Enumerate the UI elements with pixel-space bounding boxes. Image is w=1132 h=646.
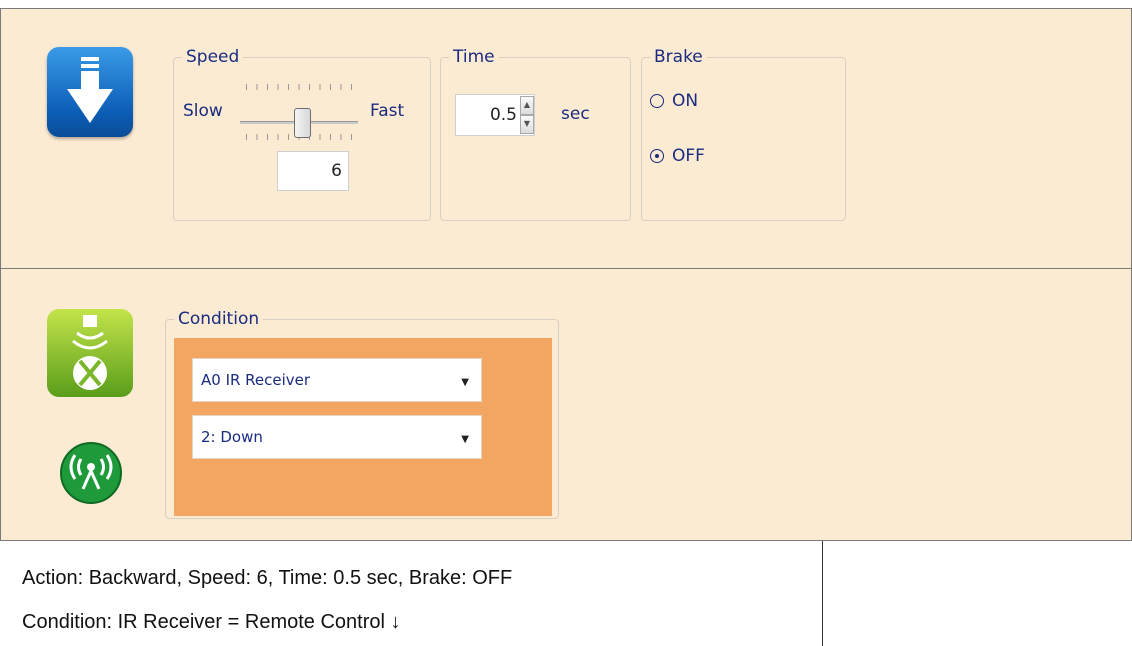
brake-on-label: ON	[672, 91, 699, 111]
speed-group: Speed Slow Fast 6	[173, 47, 431, 221]
speed-value-input[interactable]: 6	[277, 151, 349, 191]
spin-up-icon[interactable]: ▲	[520, 96, 534, 115]
speed-slider-thumb[interactable]	[294, 108, 311, 138]
chevron-down-icon[interactable]: ▼	[461, 434, 469, 445]
condition-group: Condition A0 IR Receiver ▼ 2: Down ▼	[165, 309, 559, 519]
backward-arrow-icon[interactable]	[47, 47, 133, 137]
brake-legend: Brake	[650, 47, 707, 67]
time-group: Time 0.5 ▲ ▼ sec	[440, 47, 631, 221]
brake-group: Brake ON OFF	[641, 47, 846, 221]
ir-receiver-icon[interactable]	[47, 309, 133, 397]
condition-legend: Condition	[174, 309, 264, 329]
condition-settings-panel: Condition A0 IR Receiver ▼ 2: Down ▼	[0, 268, 1132, 541]
brake-off-label: OFF	[672, 146, 705, 166]
action-settings-panel: Speed Slow Fast 6 Time 0.5 ▲ ▼ sec Brake…	[0, 8, 1132, 269]
description-line-action: Action: Backward, Speed: 6, Time: 0.5 se…	[22, 567, 513, 589]
port-select[interactable]: A0 IR Receiver ▼	[192, 358, 482, 402]
radio-checked-icon[interactable]	[650, 149, 664, 163]
time-unit-label: sec	[561, 104, 590, 124]
speed-legend: Speed	[182, 47, 244, 67]
port-select-value: A0 IR Receiver	[201, 371, 311, 389]
chevron-down-icon[interactable]: ▼	[461, 377, 469, 388]
radio-unchecked-icon[interactable]	[650, 94, 664, 108]
value-select[interactable]: 2: Down ▼	[192, 415, 482, 459]
speed-slow-label: Slow	[183, 101, 223, 121]
brake-on-radio[interactable]: ON	[650, 91, 698, 111]
time-spinner[interactable]: ▲ ▼	[520, 96, 534, 134]
slider-ticks-top	[246, 84, 352, 90]
time-legend: Time	[449, 47, 499, 67]
description-line-condition: Condition: IR Receiver = Remote Control …	[22, 611, 401, 633]
brake-off-radio[interactable]: OFF	[650, 146, 705, 166]
condition-body: A0 IR Receiver ▼ 2: Down ▼	[174, 338, 552, 516]
description-table: Action: Backward, Speed: 6, Time: 0.5 se…	[0, 541, 823, 646]
remote-signal-icon[interactable]	[59, 441, 123, 505]
speed-fast-label: Fast	[370, 101, 405, 121]
spin-down-icon[interactable]: ▼	[520, 115, 534, 134]
value-select-value: 2: Down	[201, 428, 263, 446]
